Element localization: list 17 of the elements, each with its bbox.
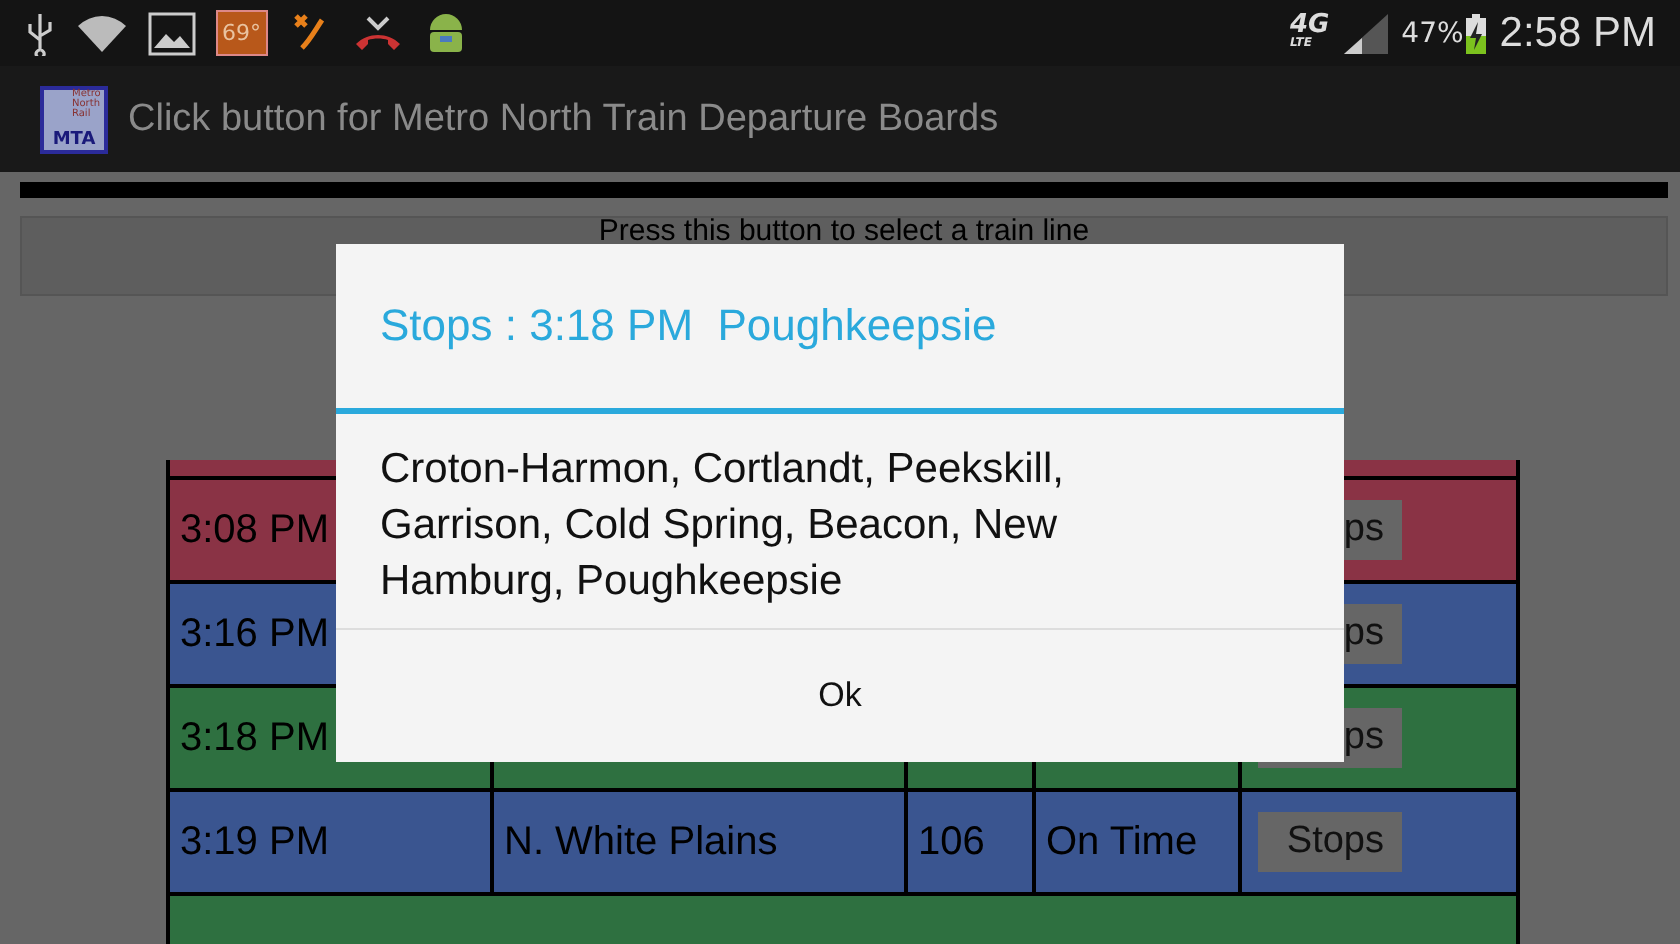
weather-badge: 69°	[216, 10, 267, 56]
dialog-title: Stops : 3:18 PM Poughkeepsie	[336, 244, 1344, 414]
wifi-icon	[76, 13, 128, 53]
table-cell: 106	[908, 792, 1032, 892]
usb-icon	[24, 11, 56, 55]
battery-percent: 47%	[1401, 17, 1464, 49]
table-cell: N. White Plains	[494, 792, 904, 892]
clock: 2:58 PM	[1499, 9, 1656, 57]
logo-text: MTA	[52, 129, 96, 149]
dialog-message: Croton-Harmon, Cortlandt, Peekskill, Garrison, Cold Spring, Beacon, New Hamburg, Poughkeepsie	[336, 414, 1344, 630]
hang-up-icon	[351, 11, 403, 55]
table-cell: On Time	[1036, 792, 1238, 892]
table-cell: 3:19 PM	[170, 792, 490, 892]
image-icon	[148, 11, 196, 55]
signal-icon	[1341, 11, 1390, 55]
battery-charging-icon	[1463, 11, 1488, 55]
app-title: Click button for Metro North Train Departure Boards	[128, 97, 999, 141]
